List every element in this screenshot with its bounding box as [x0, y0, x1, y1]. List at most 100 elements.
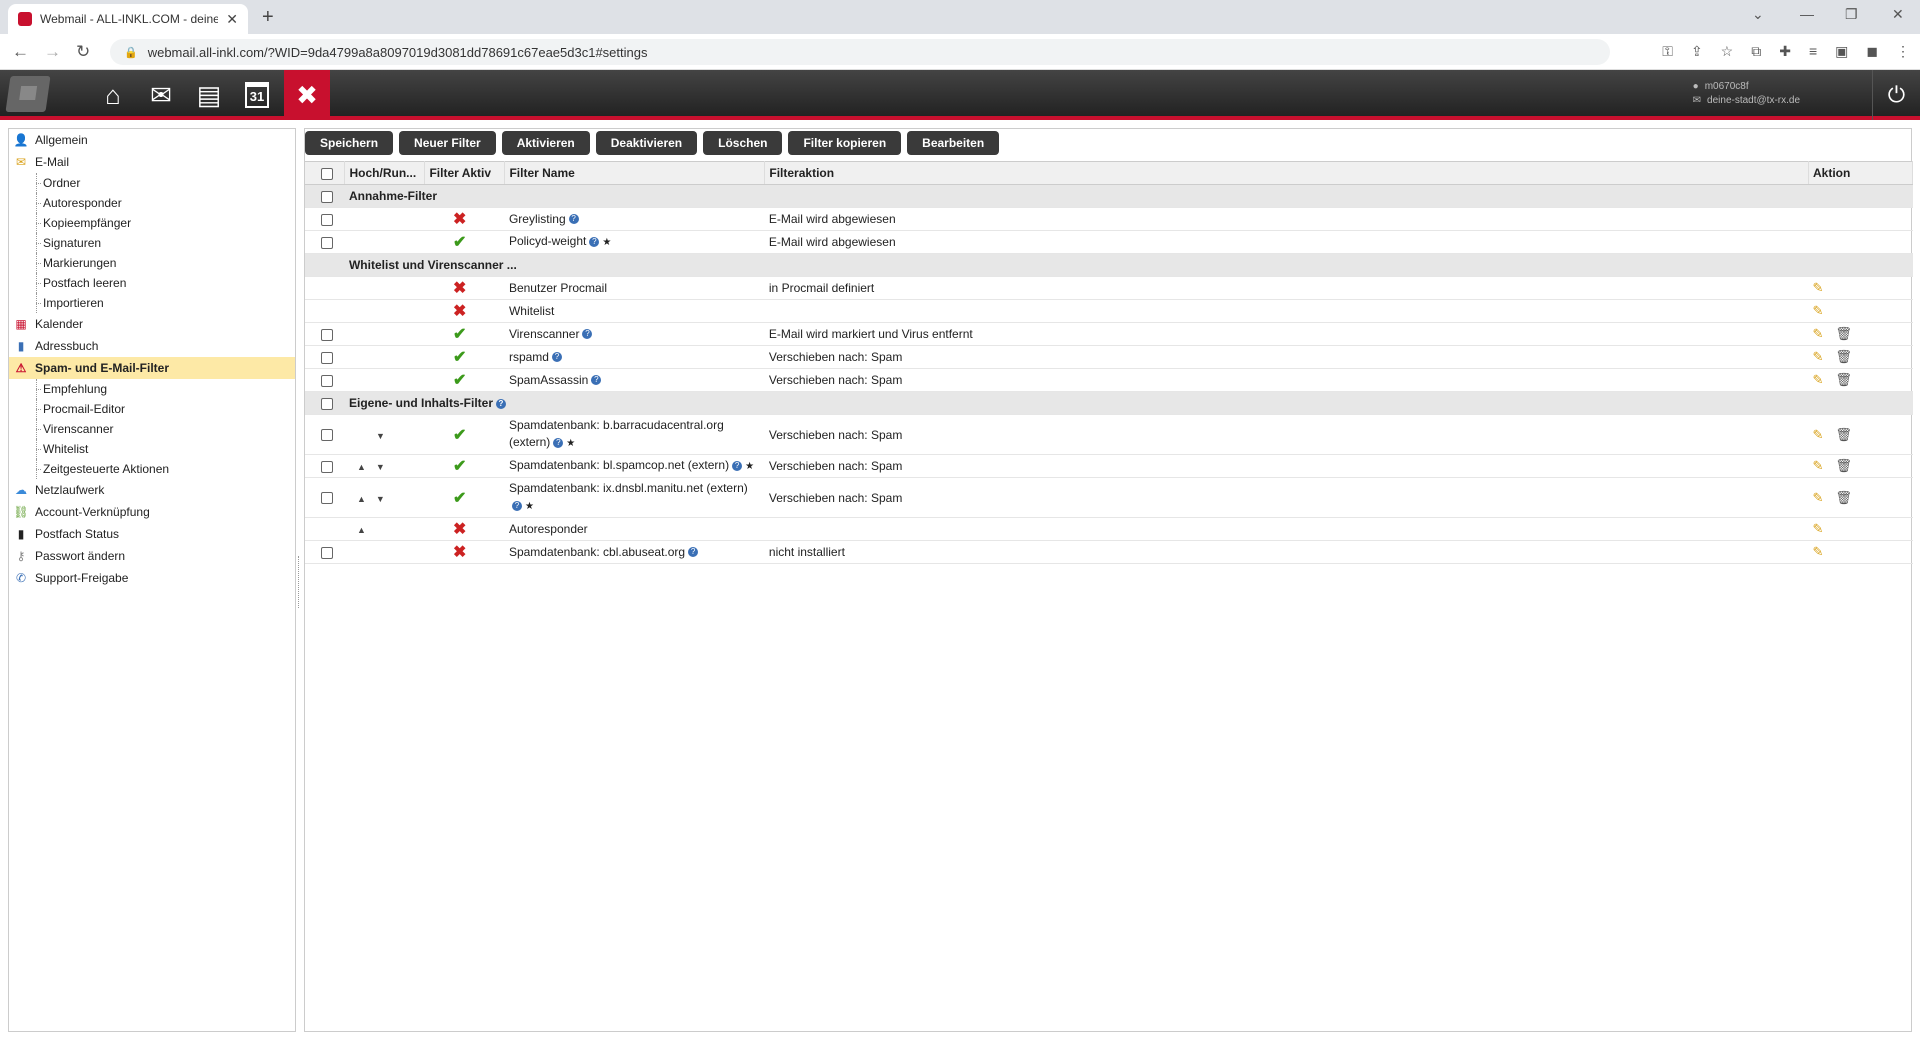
active-check-icon[interactable]: ✔ [453, 234, 466, 251]
settings-tools-icon[interactable]: ✖ [284, 70, 330, 120]
table-row[interactable]: ✔ rspamd? Verschieben nach: Spam ✎ 🗑 [305, 345, 1913, 369]
toolbar-button-1[interactable]: Neuer Filter [399, 131, 496, 155]
trash-icon[interactable]: 🗑 [1835, 490, 1852, 505]
close-tab-icon[interactable]: ✕ [226, 11, 238, 28]
back-icon[interactable]: ← [12, 42, 29, 62]
edit-pencil-icon[interactable]: ✎ [1812, 544, 1823, 559]
contacts-icon[interactable]: ▤ [188, 74, 230, 116]
row-checkbox[interactable] [320, 460, 333, 473]
help-icon[interactable]: ? [553, 437, 564, 448]
table-row[interactable]: ✖ Spamdatenbank: cbl.abuseat.org? nicht in… [305, 540, 1913, 564]
sidebar-subitem[interactable]: Signaturen [9, 233, 295, 253]
tab-search-icon[interactable]: ⌄ [1752, 6, 1764, 23]
edit-pencil-icon[interactable]: ✎ [1812, 458, 1823, 473]
move-down-icon[interactable]: ▼ [376, 431, 385, 441]
new-tab-icon[interactable]: + [262, 6, 274, 29]
move-down-icon[interactable]: ▼ [376, 494, 385, 504]
edit-pencil-icon[interactable]: ✎ [1812, 303, 1823, 318]
edit-pencil-icon[interactable]: ✎ [1812, 490, 1823, 505]
row-checkbox[interactable] [320, 546, 333, 559]
sidebar-item-4[interactable]: ⚠ Spam- und E-Mail-Filter [9, 357, 295, 379]
help-icon[interactable]: ? [568, 214, 579, 225]
table-row[interactable]: ▲ ✖ Autoresponder ✎ [305, 517, 1913, 541]
row-checkbox[interactable] [320, 328, 333, 341]
url-field[interactable]: 🔒 webmail.all-inkl.com/?WID=9da4799a8a80… [110, 39, 1610, 65]
trash-icon[interactable]: 🗑 [1835, 326, 1852, 341]
sidebar-item-3[interactable]: ▮ Adressbuch [9, 335, 295, 357]
home-icon[interactable]: ⌂ [92, 74, 134, 116]
edit-pencil-icon[interactable]: ✎ [1812, 427, 1823, 442]
help-icon[interactable]: ? [582, 329, 593, 340]
help-icon[interactable]: ? [589, 236, 600, 247]
row-checkbox[interactable] [320, 351, 333, 364]
help-icon[interactable]: ? [732, 460, 743, 471]
sidebar-subitem[interactable]: Kopieempfänger [9, 213, 295, 233]
table-row[interactable]: ▲ ▼ ✔ Spamdatenbank: ix.dnsbl.manitu.net (e… [305, 477, 1913, 518]
profile-icon[interactable]: ◼ [1866, 43, 1878, 60]
active-check-icon[interactable]: ✔ [453, 458, 466, 475]
sidebar-subitem[interactable]: Zeitgesteuerte Aktionen [9, 459, 295, 479]
active-check-icon[interactable]: ✔ [453, 490, 466, 507]
extension-icon[interactable]: ⧉ [1751, 43, 1761, 60]
help-icon[interactable]: ? [551, 352, 562, 363]
sidebar-item-9[interactable]: ✆ Support-Freigabe [9, 567, 295, 589]
toolbar-button-2[interactable]: Aktivieren [501, 131, 590, 155]
sidepanel-icon[interactable]: ▣ [1835, 43, 1848, 60]
help-icon[interactable]: ? [591, 375, 602, 386]
move-up-icon[interactable]: ▲ [357, 494, 366, 504]
move-up-icon[interactable]: ▲ [357, 525, 366, 535]
inactive-cross-icon[interactable]: ✖ [453, 211, 466, 228]
table-row[interactable]: ✔ SpamAssassin? Verschieben nach: Spam ✎ 🗑 [305, 368, 1913, 392]
row-checkbox[interactable] [320, 213, 333, 226]
col-name[interactable]: Filter Name [504, 161, 766, 185]
edit-pencil-icon[interactable]: ✎ [1812, 372, 1823, 387]
sidebar-item-7[interactable]: ▮ Postfach Status [9, 523, 295, 545]
toolbar-button-0[interactable]: Speichern [305, 131, 394, 155]
trash-icon[interactable]: 🗑 [1835, 458, 1852, 473]
table-row[interactable]: ▲ ▼ ✔ Spamdatenbank: bl.spamcop.net (extern… [305, 454, 1913, 478]
help-icon[interactable]: ? [688, 547, 699, 558]
active-check-icon[interactable]: ✔ [453, 372, 466, 389]
reload-icon[interactable]: ↻ [76, 42, 90, 62]
menu-icon[interactable]: ⋮ [1896, 43, 1910, 60]
trash-icon[interactable]: 🗑 [1835, 427, 1852, 442]
toolbar-button-6[interactable]: Bearbeiten [907, 131, 1000, 155]
sidebar-item-5[interactable]: ☁ Netzlaufwerk [9, 479, 295, 501]
col-order[interactable]: Hoch/Run... [344, 161, 426, 185]
key-icon[interactable]: ⚿ [1662, 43, 1673, 60]
table-row[interactable]: ✖ Greylisting? E-Mail wird abgewiesen [305, 207, 1913, 231]
inactive-cross-icon[interactable]: ✖ [453, 303, 466, 320]
group-checkbox[interactable] [320, 397, 333, 410]
move-down-icon[interactable]: ▼ [376, 462, 385, 472]
minimize-icon[interactable]: — [1800, 6, 1814, 22]
sidebar-subitem[interactable]: Virenscanner [9, 419, 295, 439]
move-up-icon[interactable]: ▲ [357, 462, 366, 472]
col-active[interactable]: Filter Aktiv [424, 161, 506, 185]
col-action[interactable]: Filteraktion [764, 161, 1809, 185]
sidebar-subitem[interactable]: Empfehlung [9, 379, 295, 399]
inactive-cross-icon[interactable]: ✖ [453, 280, 466, 297]
sidebar-item-1[interactable]: ✉ E-Mail [9, 151, 295, 173]
edit-pencil-icon[interactable]: ✎ [1812, 349, 1823, 364]
reading-list-icon[interactable]: ≡ [1809, 43, 1817, 60]
trash-icon[interactable]: 🗑 [1835, 372, 1852, 387]
row-checkbox[interactable] [320, 236, 333, 249]
toolbar-button-4[interactable]: Löschen [703, 131, 783, 155]
active-check-icon[interactable]: ✔ [453, 427, 466, 444]
table-row[interactable]: ✔ Policyd-weight? ★ E-Mail wird abgewiesen [305, 230, 1913, 254]
edit-pencil-icon[interactable]: ✎ [1812, 326, 1823, 341]
bookmark-star-icon[interactable]: ☆ [1721, 43, 1734, 60]
group-checkbox[interactable] [320, 190, 333, 203]
sidebar-subitem[interactable]: Markierungen [9, 253, 295, 273]
toolbar-button-3[interactable]: Deaktivieren [595, 131, 698, 155]
power-icon[interactable]: ⏻ [1872, 70, 1920, 120]
select-all-checkbox[interactable] [320, 167, 333, 180]
sidebar-subitem[interactable]: Ordner [9, 173, 295, 193]
mail-icon[interactable]: ✉ [140, 74, 182, 116]
close-window-icon[interactable]: ✕ [1892, 6, 1904, 23]
sidebar-item-2[interactable]: ▦ Kalender [9, 313, 295, 335]
row-checkbox[interactable] [320, 429, 333, 442]
browser-tab[interactable]: Webmail - ALL-INKL.COM - deine ✕ [8, 4, 248, 34]
active-check-icon[interactable]: ✔ [453, 349, 466, 366]
puzzle-icon[interactable]: ✚ [1779, 43, 1791, 60]
